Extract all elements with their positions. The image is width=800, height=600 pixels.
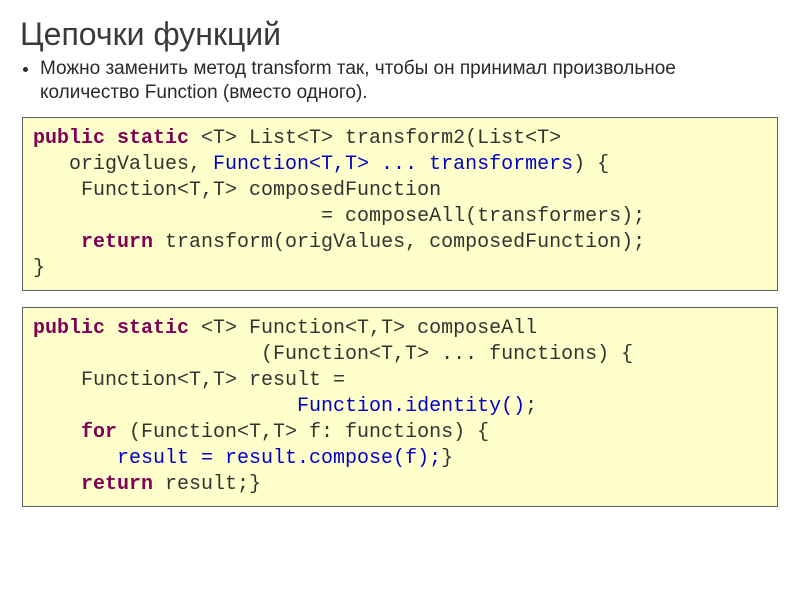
code-highlight-identity: Function.identity() [297,395,525,418]
keyword-public-static: public static [33,127,189,150]
bullet-list: Можно заменить метод transform так, чтоб… [40,57,780,105]
code-text: result;} [153,473,261,496]
code-highlight-param: Function<T,T> ... transformers [213,153,573,176]
code-text: <T> List<T> transform2(List<T> [189,127,561,150]
keyword-public-static: public static [33,317,189,340]
code-highlight-compose: result = result.compose(f); [117,447,441,470]
code-block-composeall: public static <T> Function<T,T> composeA… [22,307,778,507]
code-text: transform(origValues, composedFunction); [153,231,645,254]
code-text: Function<T,T> result = [33,369,345,392]
code-text: <T> Function<T,T> composeAll [189,317,537,340]
code-block-transform2: public static <T> List<T> transform2(Lis… [22,117,778,291]
code-text: } [441,447,453,470]
code-pad [33,447,117,470]
code-text: origValues, [33,153,213,176]
bullet-item: Можно заменить метод transform так, чтоб… [40,57,780,105]
code-text: Function<T,T> composedFunction [33,179,441,202]
keyword-return: return [33,473,153,496]
keyword-return: return [33,231,153,254]
code-text: (Function<T,T> f: functions) { [117,421,489,444]
keyword-for: for [33,421,117,444]
code-text: = composeAll(transformers); [33,205,645,228]
code-text: (Function<T,T> ... functions) { [33,343,633,366]
code-pad [33,395,297,418]
code-text: ) { [573,153,609,176]
code-text: ; [525,395,537,418]
slide-title: Цепочки функций [20,16,780,53]
slide-content: Цепочки функций Можно заменить метод tra… [0,0,800,600]
code-text: } [33,257,45,280]
